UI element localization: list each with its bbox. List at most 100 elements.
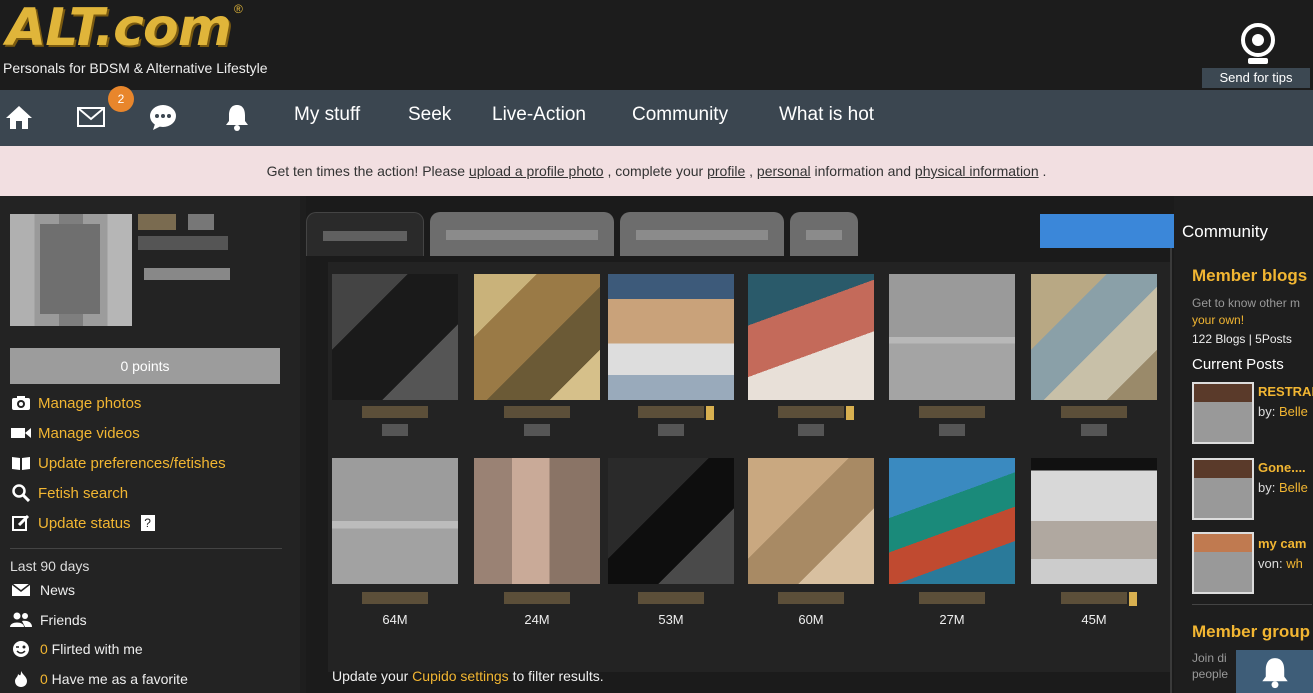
manage-photos-link[interactable]: Manage photos — [10, 392, 141, 414]
post-author-link[interactable]: wh — [1286, 556, 1303, 571]
help-icon[interactable]: ? — [140, 515, 155, 531]
post-title[interactable]: RESTRAI — [1258, 384, 1313, 399]
blurred-name — [638, 592, 704, 604]
update-status-label: Update status — [38, 514, 131, 532]
home-icon[interactable] — [4, 102, 34, 132]
nav-seek[interactable]: Seek — [408, 104, 451, 126]
member-photo[interactable] — [608, 458, 734, 584]
member-photo[interactable] — [748, 274, 874, 400]
post-author-link[interactable]: Belle — [1279, 480, 1308, 495]
upload-photo-link[interactable]: upload a profile photo — [469, 163, 604, 179]
blurred-tab-label — [636, 230, 768, 240]
post-thumbnail[interactable] — [1192, 382, 1254, 444]
update-preferences-label: Update preferences/fetishes — [38, 454, 226, 472]
member-photo[interactable] — [1031, 458, 1157, 584]
post-thumbnail-image — [1194, 384, 1252, 402]
blogs-create-link[interactable]: your own! — [1192, 313, 1244, 327]
filter-prefix: Update your — [332, 668, 413, 684]
member-photo[interactable] — [474, 458, 600, 584]
blurred-name — [362, 406, 428, 418]
post-title[interactable]: my cam — [1258, 536, 1306, 551]
site-logo[interactable]: ALT.com — [6, 0, 232, 58]
manage-videos-label: Manage videos — [38, 424, 140, 442]
mail-icon[interactable] — [76, 102, 106, 132]
blurred-detail — [188, 214, 214, 230]
member-photo[interactable] — [1031, 274, 1157, 400]
blurred-member-caption — [889, 590, 1015, 606]
personal-link[interactable]: personal — [757, 163, 811, 179]
notice-suffix: . — [1038, 163, 1047, 179]
cupido-settings-link[interactable]: Cupido settings — [412, 668, 509, 684]
blurred-name — [362, 592, 428, 604]
nav-what-is-hot[interactable]: What is hot — [779, 104, 874, 126]
post-title[interactable]: Gone.... — [1258, 460, 1306, 475]
blurred-tab-label — [446, 230, 598, 240]
nav-community[interactable]: Community — [632, 104, 728, 126]
post-thumbnail[interactable] — [1192, 532, 1254, 594]
floating-notifications-button[interactable] — [1236, 650, 1313, 693]
member-photo[interactable] — [608, 274, 734, 400]
member-photo[interactable] — [889, 458, 1015, 584]
post-by-prefix: by: — [1258, 480, 1279, 495]
physical-info-link[interactable]: physical information — [915, 163, 1039, 179]
update-preferences-link[interactable]: Update preferences/fetishes — [10, 452, 226, 474]
premium-marker — [846, 406, 854, 420]
mail-count-badge: 2 — [108, 86, 134, 112]
news-label: News — [40, 582, 76, 598]
blurred-member-caption — [1031, 404, 1157, 438]
member-photo[interactable] — [748, 458, 874, 584]
blurred-member-caption — [748, 404, 874, 438]
member-photo[interactable] — [332, 458, 458, 584]
flirted-with-me-link[interactable]: 0 Flirted with me — [10, 639, 143, 659]
member-groups-heading[interactable]: Member group — [1192, 622, 1310, 642]
blurred-name — [504, 406, 570, 418]
member-photo[interactable] — [332, 274, 458, 400]
site-tagline: Personals for BDSM & Alternative Lifesty… — [3, 60, 268, 76]
sidebar-divider — [10, 548, 282, 549]
nav-live-action[interactable]: Live-Action — [492, 104, 586, 126]
blurred-member-caption — [608, 590, 734, 606]
post-thumbnail[interactable] — [1192, 458, 1254, 520]
tab-blurred-3[interactable] — [620, 212, 784, 256]
notice-mid3: information and — [810, 163, 915, 179]
friends-link[interactable]: Friends — [10, 610, 87, 630]
fetish-search-link[interactable]: Fetish search — [10, 482, 128, 504]
profile-link[interactable]: profile — [707, 163, 745, 179]
blurred-member-caption — [889, 404, 1015, 438]
manage-videos-link[interactable]: Manage videos — [10, 422, 140, 444]
news-link[interactable]: News — [10, 580, 75, 600]
bell-icon[interactable] — [222, 102, 252, 132]
blurred-member-caption — [608, 404, 734, 438]
blurred-age — [798, 424, 824, 436]
blurred-age — [658, 424, 684, 436]
member-age: 24M — [524, 612, 550, 627]
current-posts-heading: Current Posts — [1192, 356, 1284, 373]
tab-blurred-4[interactable] — [790, 212, 858, 256]
member-photo[interactable] — [889, 274, 1015, 400]
video-icon — [10, 424, 32, 442]
blurred-member-caption — [474, 590, 600, 606]
nav-my-stuff[interactable]: My stuff — [294, 104, 360, 126]
blurred-action-button[interactable] — [1040, 214, 1174, 248]
member-age: 60M — [798, 612, 824, 627]
blogs-count: 122 Blogs | 5Posts — [1192, 332, 1292, 346]
update-status-link[interactable]: Update status ? — [10, 512, 155, 534]
tab-blurred-2[interactable] — [430, 212, 614, 256]
chat-icon[interactable] — [148, 102, 178, 132]
send-for-tips-label: Send for tips — [1202, 68, 1310, 88]
member-blogs-heading[interactable]: Member blogs — [1192, 266, 1307, 286]
notice-prefix: Get ten times the action! Please — [266, 163, 469, 179]
manage-photos-label: Manage photos — [38, 394, 142, 412]
profile-avatar[interactable] — [10, 214, 132, 326]
points-bar[interactable]: 0 points — [10, 348, 280, 384]
post-author-link[interactable]: Belle — [1279, 404, 1308, 419]
favorite-of-link[interactable]: 0 Have me as a favorite — [10, 669, 188, 689]
blurred-detail — [144, 268, 230, 280]
member-photo[interactable] — [474, 274, 600, 400]
blurred-member-caption — [474, 404, 600, 438]
blurred-name — [919, 592, 985, 604]
blurred-age — [524, 424, 550, 436]
send-for-tips-button[interactable]: Send for tips — [1202, 22, 1310, 88]
tab-blurred-1[interactable] — [306, 212, 424, 256]
notice-mid1: , complete your — [603, 163, 708, 179]
